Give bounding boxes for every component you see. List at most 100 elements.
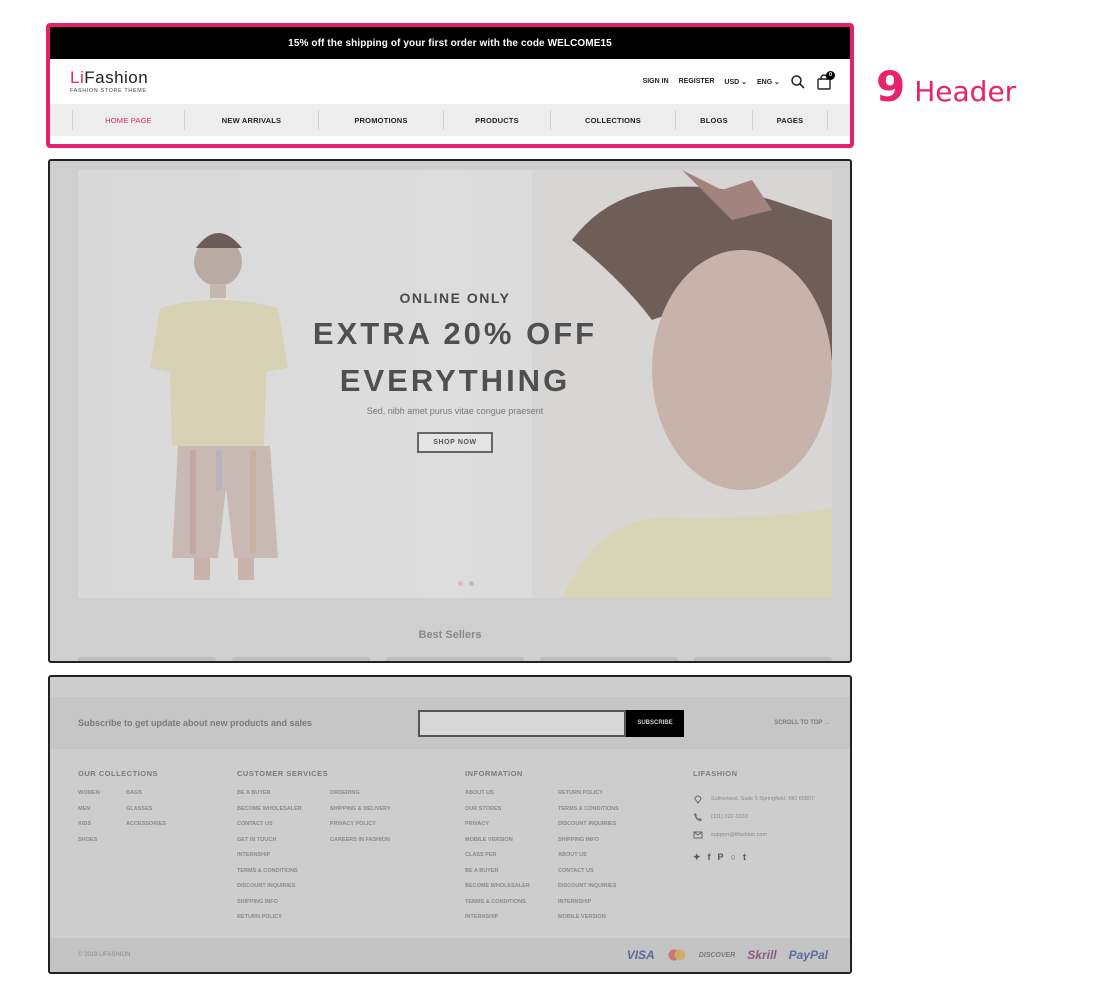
footer-panel: Subscribe to get update about new produc… (48, 675, 852, 974)
footer-column-brand: LIFASHION Sutherland, Suite 5 Springfiel… (693, 769, 843, 930)
footer-link[interactable]: SHIPPING & DELIVERY (330, 806, 391, 822)
footer-link[interactable]: KIDS (78, 821, 108, 837)
slider-dot[interactable] (469, 581, 474, 586)
footer-link[interactable]: INTERNSHIP (558, 899, 619, 915)
footer-column-title: LIFASHION (693, 769, 738, 778)
footer-link[interactable]: MOBILE VERSION (465, 837, 540, 853)
footer-link[interactable]: CLASS PER (465, 852, 540, 868)
header-panel: 15% off the shipping of your first order… (46, 23, 854, 148)
nav-item-promotions[interactable]: PROMOTIONS (318, 110, 443, 130)
footer-link[interactable]: INTERNSHIP (237, 852, 312, 868)
footer-link[interactable]: INTERNSHIP (465, 914, 540, 930)
footer-link[interactable]: DISCOUNT INQUIRIES (558, 883, 619, 899)
logo-word: Fashion (84, 68, 149, 87)
footer-columns: OUR COLLECTIONS WOMEN MEN KIDS SHOES BAG… (78, 769, 843, 930)
footer-link[interactable]: BE A BUYER (465, 868, 540, 884)
footer-column-title: INFORMATION (465, 769, 523, 778)
footer-link[interactable]: RETURN POLICY (558, 790, 619, 806)
footer-link[interactable]: PRIVACY POLICY (330, 821, 391, 837)
register-link[interactable]: REGISTER (679, 78, 715, 85)
map-pin-icon (694, 795, 702, 804)
footer-link[interactable]: SHOES (78, 837, 108, 853)
nav-item-new-arrivals[interactable]: NEW ARRIVALS (184, 110, 318, 130)
footer-link[interactable]: ABOUT US (558, 852, 619, 868)
nav-item-home-page[interactable]: HOME PAGE (72, 110, 184, 130)
footer-link[interactable]: TERMS & CONDITIONS (237, 868, 312, 884)
footer-link[interactable]: RETURN POLICY (237, 914, 312, 930)
footer-link[interactable]: CONTACT US (558, 868, 619, 884)
nav-item-products[interactable]: PRODUCTS (443, 110, 550, 130)
pinterest-icon[interactable]: P (718, 852, 724, 863)
footer-link[interactable]: OUR STORES (465, 806, 540, 822)
sign-in-link[interactable]: SIGN IN (643, 78, 669, 85)
footer-link[interactable]: BAGS (126, 790, 166, 806)
logo-accent: Li (70, 68, 85, 87)
shopping-bag-icon[interactable]: 0 (816, 70, 835, 90)
visa-logo: VISA (626, 948, 655, 962)
footer-link[interactable]: GLASSES (126, 806, 166, 822)
main-nav: HOME PAGE NEW ARRIVALS PROMOTIONS PRODUC… (50, 104, 850, 136)
footer-link[interactable]: GET IN TOUCH (237, 837, 312, 853)
subscribe-email-input[interactable] (418, 709, 626, 737)
product-thumb[interactable] (232, 657, 370, 661)
footer-link[interactable]: BECOME WHOLESALER (237, 806, 312, 822)
slider-dots (458, 581, 474, 586)
product-thumb-row (78, 657, 832, 661)
scroll-top-label: SCROLL TO TOP (774, 720, 823, 726)
contact-email-text: support@lifashion.com (711, 832, 768, 838)
contact-phone: (111) 222-3333 (693, 808, 843, 826)
instagram-icon[interactable]: ○ (731, 852, 736, 863)
footer-link[interactable]: CONTACT US (237, 821, 312, 837)
subscribe-button[interactable]: SUBSCRIBE (626, 709, 684, 737)
nav-item-blogs[interactable]: BLOGS (675, 110, 752, 130)
footer-column-customer-services: CUSTOMER SERVICES BE A BUYER BECOME WHOL… (237, 769, 465, 930)
facebook-icon[interactable]: f (708, 852, 711, 863)
hero-copy: ONLINE ONLY EXTRA 20% OFF EVERYTHING Sed… (78, 290, 832, 453)
footer-link[interactable]: ABOUT US (465, 790, 540, 806)
logo[interactable]: LiFashion FASHION STORE THEME (70, 69, 148, 94)
hero-banner: ONLINE ONLY EXTRA 20% OFF EVERYTHING Sed… (78, 170, 832, 598)
mastercard-logo (668, 949, 686, 961)
footer-link[interactable]: MEN (78, 806, 108, 822)
phone-icon (694, 813, 702, 821)
language-dropdown[interactable]: ENG (757, 78, 780, 86)
footer-link[interactable]: BE A BUYER (237, 790, 312, 806)
scroll-to-top-link[interactable]: SCROLL TO TOP → (774, 720, 830, 726)
product-thumb[interactable] (694, 657, 832, 661)
search-icon[interactable] (790, 74, 806, 90)
footer-link[interactable]: ORDERING (330, 790, 391, 806)
footer-link[interactable]: MOBILE VERSION (558, 914, 619, 930)
contact-address-text: Sutherland, Suite 5 Springfield, MO 6580… (711, 796, 815, 802)
hero-title-line1: EXTRA 20% OFF (312, 316, 598, 351)
footer-link[interactable]: CAREERS IN FASHION (330, 837, 391, 853)
product-thumb[interactable] (386, 657, 524, 661)
footer-link[interactable]: DISCOUNT INQUIRIES (237, 883, 312, 899)
product-thumb[interactable] (78, 657, 216, 661)
shop-now-button[interactable]: SHOP NOW (417, 432, 493, 453)
contact-phone-text: (111) 222-3333 (711, 814, 748, 820)
footer-link[interactable]: SHIPPING INFO (558, 837, 619, 853)
footer-link[interactable]: ACCESSORIES (126, 821, 166, 837)
nav-item-pages[interactable]: PAGES (752, 110, 828, 130)
footer-link[interactable]: DISCOUNT INQUIRIES (558, 821, 619, 837)
twitter-icon[interactable]: ✦ (693, 852, 701, 863)
nav-item-collections[interactable]: COLLECTIONS (550, 110, 675, 130)
skrill-logo: Skrill (747, 948, 777, 962)
discover-logo: DISCOVER (698, 951, 736, 959)
tumblr-icon[interactable]: t (743, 852, 746, 863)
bestsellers-heading: Best Sellers (418, 629, 482, 641)
product-thumb[interactable] (540, 657, 678, 661)
slider-dot-active[interactable] (458, 581, 463, 586)
footer-link[interactable]: TERMS & CONDITIONS (558, 806, 619, 822)
footer-link[interactable]: TERMS & CONDITIONS (465, 899, 540, 915)
footer-link[interactable]: SHIPPING INFO (237, 899, 312, 915)
payment-methods: VISA DISCOVER Skrill PayPal (627, 948, 828, 962)
hero-title-line2: EVERYTHING (339, 363, 571, 398)
currency-dropdown[interactable]: USD (724, 78, 747, 86)
footer-link[interactable]: WOMEN (78, 790, 108, 806)
footer-link[interactable]: BECOME WHOLESALER (465, 883, 540, 899)
header-utility: SIGN IN REGISTER USD ENG 0 (643, 70, 835, 90)
logo-wordmark: LiFashion (70, 69, 148, 86)
hero-subtitle: Sed, nibh amet purus vitae congue praese… (366, 406, 544, 416)
footer-link[interactable]: PRIVACY (465, 821, 540, 837)
